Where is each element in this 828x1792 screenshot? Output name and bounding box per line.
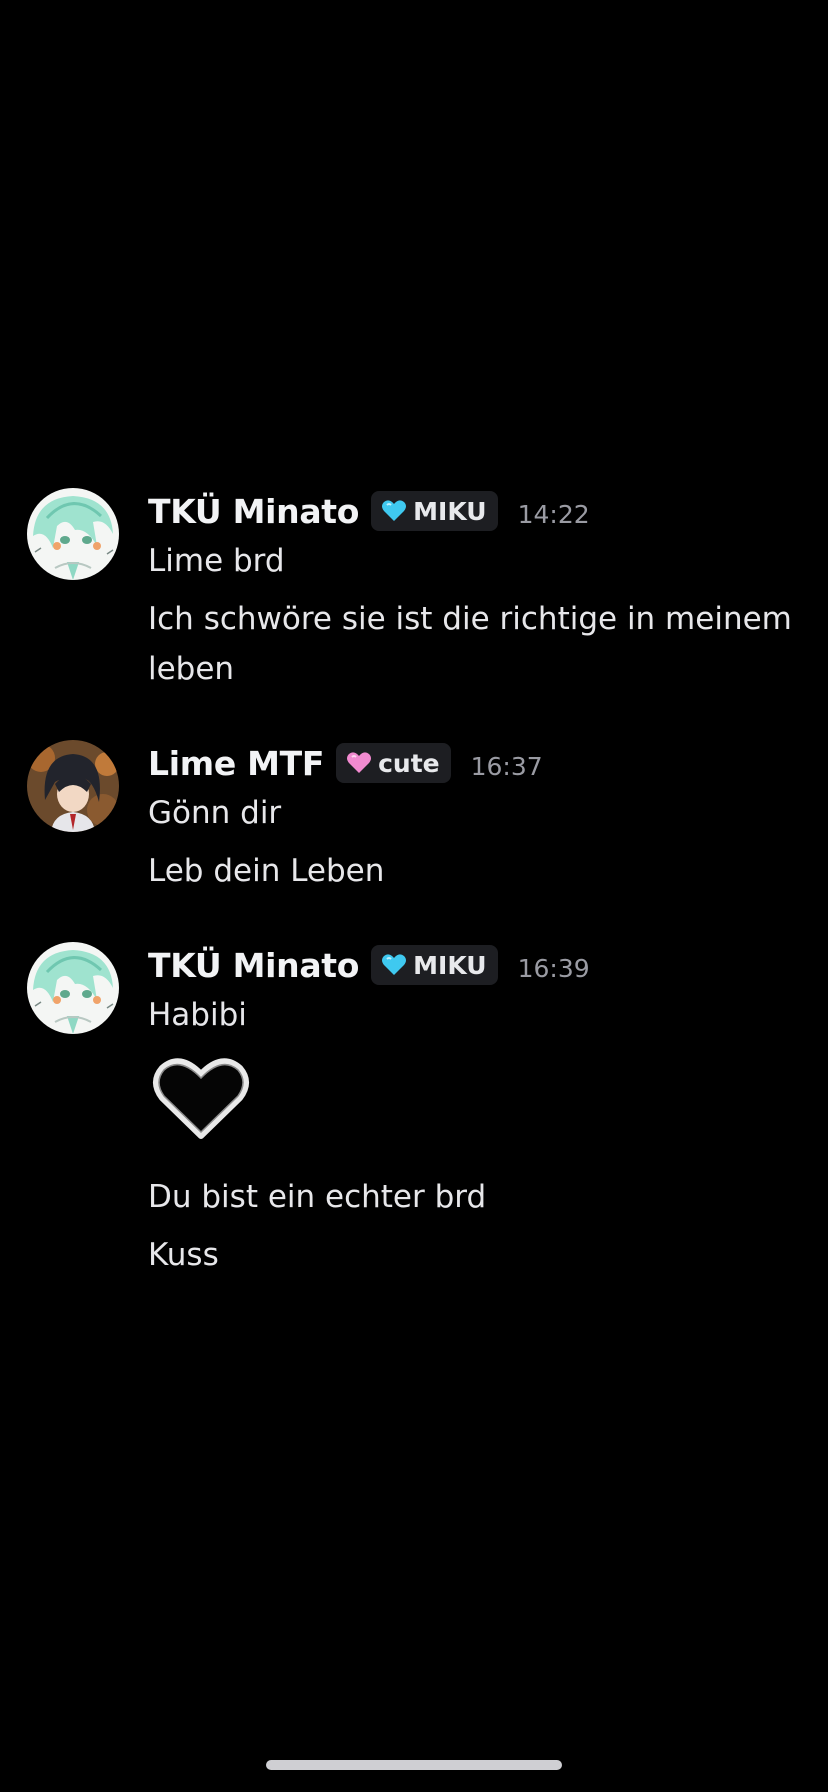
timestamp: 16:39 (517, 953, 590, 983)
role-tag[interactable]: cute (336, 743, 451, 783)
message-text[interactable]: Lime brd (148, 536, 800, 586)
message-text[interactable]: Ich schwöre sie ist die richtige in mein… (148, 594, 800, 694)
username[interactable]: TKÜ Minato (148, 492, 359, 531)
message-header: Lime MTF cute 16:37 (148, 738, 800, 788)
message-text[interactable]: Leb dein Leben (148, 846, 800, 896)
avatar[interactable] (27, 740, 119, 832)
role-tag-label: MIKU (413, 950, 487, 980)
message-text[interactable]: Du bist ein echter brd (148, 1172, 800, 1222)
message-text[interactable]: Kuss (148, 1230, 800, 1280)
avatar[interactable] (27, 942, 119, 1034)
message-header: TKÜ Minato MIKU 14:22 (148, 486, 800, 536)
message-group: Lime MTF cute 16:37 Gönn dir Leb dein Le… (0, 738, 828, 896)
message-group: TKÜ Minato MIKU 14:22 Lime brd Ich schwö… (0, 486, 828, 694)
timestamp: 16:37 (470, 751, 543, 781)
pink-heart-icon (347, 752, 372, 773)
role-tag-label: cute (378, 748, 440, 778)
message-text[interactable]: Gönn dir (148, 788, 800, 838)
message-group: TKÜ Minato MIKU 16:39 Habibi Du bist ein… (0, 940, 828, 1280)
blue-heart-icon (382, 500, 407, 521)
avatar[interactable] (27, 488, 119, 580)
timestamp: 14:22 (517, 499, 590, 529)
home-indicator[interactable] (266, 1760, 562, 1770)
message-header: TKÜ Minato MIKU 16:39 (148, 940, 800, 990)
message-text[interactable]: Habibi (148, 990, 800, 1040)
role-tag-label: MIKU (413, 496, 487, 526)
username[interactable]: TKÜ Minato (148, 946, 359, 985)
role-tag[interactable]: MIKU (371, 945, 498, 985)
role-tag[interactable]: MIKU (371, 491, 498, 531)
message-list: TKÜ Minato MIKU 14:22 Lime brd Ich schwö… (0, 486, 828, 1280)
username[interactable]: Lime MTF (148, 744, 324, 783)
black-heart-icon[interactable] (152, 1054, 250, 1142)
blue-heart-icon (382, 954, 407, 975)
